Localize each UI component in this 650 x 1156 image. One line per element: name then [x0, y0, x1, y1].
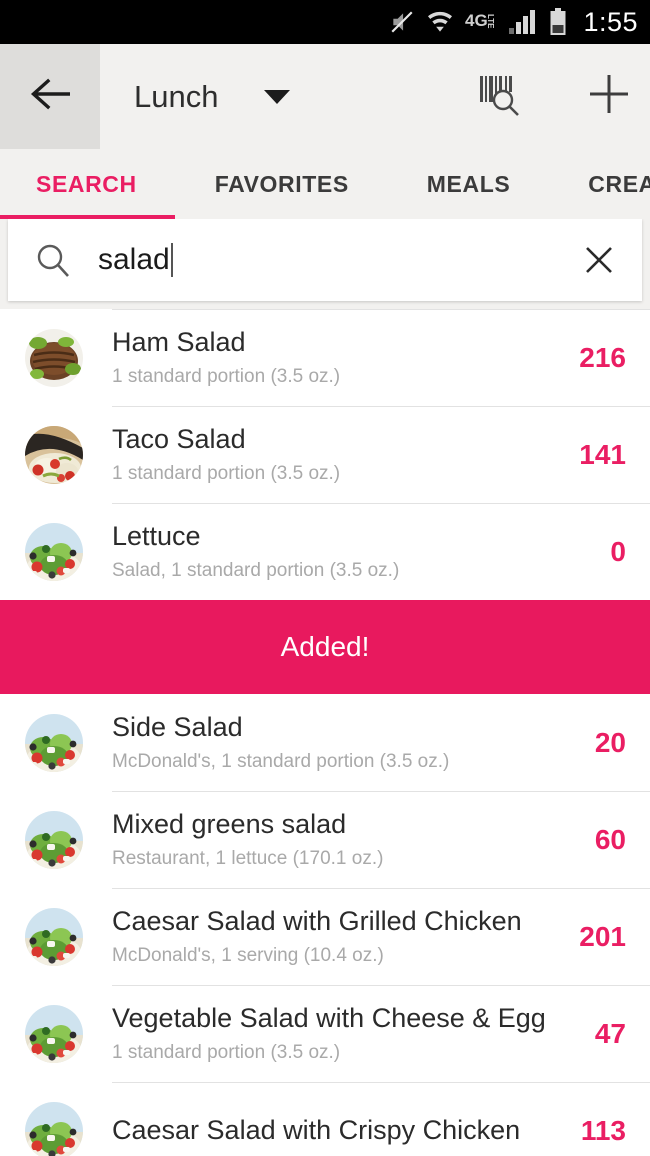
food-calories: 141: [579, 438, 626, 470]
text-cursor: [170, 243, 173, 277]
tab-meals[interactable]: MEALS: [427, 171, 511, 198]
food-subtitle: Salad, 1 standard portion (3.5 oz.): [112, 559, 400, 581]
chevron-down-icon[interactable]: [264, 89, 291, 104]
search-input-wrapper[interactable]: salad: [98, 243, 556, 277]
tab-search[interactable]: SEARCH: [36, 171, 137, 198]
barcode-scan-button[interactable]: [476, 70, 528, 123]
battery-icon: [549, 8, 567, 36]
mute-icon: [389, 9, 415, 35]
added-banner-label: Added!: [280, 631, 370, 662]
tab-active-indicator: [0, 215, 175, 219]
search-icon: [8, 240, 98, 280]
food-row-text: Caesar Salad with Grilled Chicken McDonal…: [112, 906, 566, 966]
search-input[interactable]: salad: [98, 243, 170, 277]
plus-icon: [590, 75, 628, 113]
food-row-text: Caesar Salad with Crispy Chicken: [112, 1115, 566, 1146]
close-icon: [586, 247, 612, 273]
food-title: Caesar Salad with Crispy Chicken: [112, 1114, 521, 1145]
food-calories: 216: [579, 341, 626, 373]
food-row-text: Lettuce Salad, 1 standard portion (3.5 oz…: [112, 521, 566, 581]
food-subtitle: McDonald's, 1 standard portion (3.5 oz.): [112, 750, 450, 772]
search-results-bottom: Side Salad McDonald's, 1 standard portion…: [0, 694, 650, 1156]
svg-text:LTE: LTE: [486, 14, 495, 29]
food-title: Lettuce: [112, 521, 201, 552]
food-calories: 201: [579, 920, 626, 952]
food-thumbnail: [25, 426, 83, 484]
food-thumbnail: [25, 811, 83, 869]
status-bar-clock: 1:55: [583, 6, 638, 37]
search-results-top: Ham Salad 1 standard portion (3.5 oz.) 216…: [0, 309, 650, 600]
food-calories: 20: [594, 726, 626, 758]
food-subtitle: 1 standard portion (3.5 oz.): [112, 1041, 341, 1063]
back-button[interactable]: [0, 44, 100, 149]
food-thumbnail: [25, 329, 83, 387]
food-title: Mixed greens salad: [112, 809, 347, 840]
food-result-row[interactable]: Vegetable Salad with Cheese & Egg 1 stand…: [0, 985, 650, 1082]
food-subtitle: 1 standard portion (3.5 oz.): [112, 365, 341, 387]
food-result-row[interactable]: Caesar Salad with Grilled Chicken McDonal…: [0, 888, 650, 985]
food-title: Ham Salad: [112, 327, 246, 358]
food-subtitle: Restaurant, 1 lettuce (170.1 oz.): [112, 847, 384, 869]
food-thumbnail: [25, 714, 83, 772]
search-bar-container: salad: [0, 219, 650, 309]
status-bar: 4G LTE 1:55: [0, 0, 650, 44]
barcode-scan-icon: [480, 76, 519, 116]
back-arrow-icon: [28, 77, 72, 116]
tab-created[interactable]: CREATED: [588, 171, 650, 198]
food-title: Side Salad: [112, 712, 243, 743]
clear-search-button[interactable]: [556, 241, 642, 279]
svg-text:4G: 4G: [465, 11, 488, 30]
food-result-row[interactable]: Side Salad McDonald's, 1 standard portion…: [0, 694, 650, 791]
food-calories: 113: [580, 1114, 626, 1146]
food-row-text: Taco Salad 1 standard portion (3.5 oz.): [112, 424, 566, 484]
food-title: Taco Salad: [112, 424, 246, 455]
food-calories: 0: [610, 535, 626, 567]
food-result-row[interactable]: Mixed greens salad Restaurant, 1 lettuce …: [0, 791, 650, 888]
food-result-row[interactable]: Lettuce Salad, 1 standard portion (3.5 oz…: [0, 503, 650, 600]
food-calories: 47: [594, 1017, 626, 1049]
food-row-text: Ham Salad 1 standard portion (3.5 oz.): [112, 327, 566, 387]
tab-favorites[interactable]: FAVORITES: [215, 171, 349, 198]
food-row-text: Vegetable Salad with Cheese & Egg 1 stand…: [112, 1003, 566, 1063]
food-title: Vegetable Salad with Cheese & Egg: [112, 1003, 546, 1034]
food-result-row[interactable]: Taco Salad 1 standard portion (3.5 oz.) 14…: [0, 406, 650, 503]
food-subtitle: McDonald's, 1 serving (10.4 oz.): [112, 944, 384, 966]
wifi-icon: [425, 10, 455, 34]
search-bar[interactable]: salad: [8, 219, 642, 301]
food-thumbnail: [25, 1102, 83, 1156]
page-title: Lunch: [134, 78, 219, 114]
tab-bar: SEARCH FAVORITES MEALS CREATED: [0, 149, 650, 219]
signal-icon: [509, 9, 539, 35]
app-bar-actions: [476, 44, 632, 149]
food-title: Caesar Salad with Grilled Chicken: [112, 906, 522, 937]
app-bar: Lunch: [0, 44, 650, 149]
4glte-icon: 4G LTE: [465, 9, 499, 35]
add-food-button[interactable]: [586, 71, 632, 122]
food-result-row[interactable]: Caesar Salad with Crispy Chicken 113: [0, 1082, 650, 1156]
food-row-text: Mixed greens salad Restaurant, 1 lettuce …: [112, 809, 566, 869]
food-row-text: Side Salad McDonald's, 1 standard portion…: [112, 712, 566, 772]
app-screen: 4G LTE 1:55 Lunch SEARCH FAVORITES MEALS…: [0, 0, 650, 1156]
food-result-row[interactable]: Ham Salad 1 standard portion (3.5 oz.) 216: [0, 309, 650, 406]
food-subtitle: 1 standard portion (3.5 oz.): [112, 462, 341, 484]
food-thumbnail: [25, 908, 83, 966]
food-thumbnail: [25, 523, 83, 581]
added-banner: Added!: [0, 600, 650, 694]
food-calories: 60: [594, 823, 626, 855]
food-thumbnail: [25, 1005, 83, 1063]
